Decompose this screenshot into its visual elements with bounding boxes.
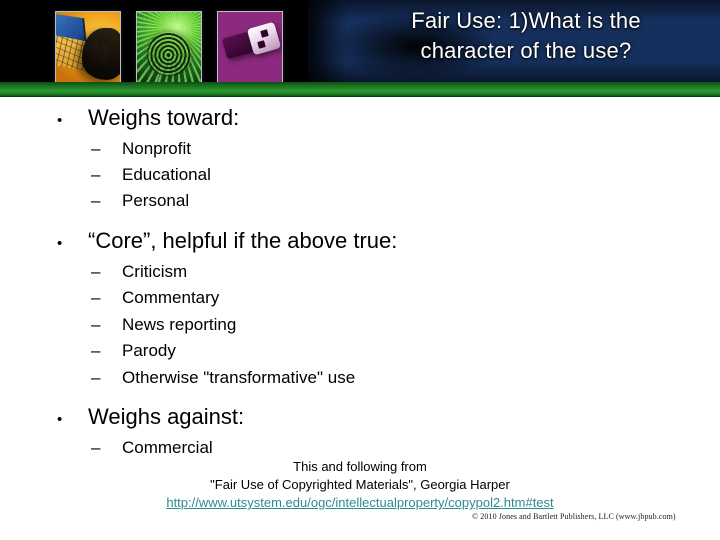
bullet-label: Weighs toward: [88,105,240,130]
bullet-marker-icon: • [57,411,63,428]
dash-marker-icon: – [91,191,101,210]
source-line-1: This and following from [293,459,427,474]
sub-bullet-label: Parody [122,341,176,360]
dash-marker-icon: – [91,262,101,281]
dash-marker-icon: – [91,139,101,158]
sub-bullet-nonprofit: – Nonprofit [91,137,191,160]
sub-bullet-label: Otherwise "transformative" use [122,368,356,387]
dash-marker-icon: – [91,315,101,334]
source-line-2: "Fair Use of Copyrighted Materials", Geo… [210,477,510,492]
sub-bullet-label: Personal [122,191,190,210]
dash-marker-icon: – [91,368,101,387]
usb-flash-drive-thumbnail [217,11,283,85]
bullet-label: “Core”, helpful if the above true: [88,228,398,253]
dash-marker-icon: – [91,288,101,307]
sub-bullet-news-reporting: – News reporting [91,313,236,336]
slide-title: Fair Use: 1)What is the character of the… [411,8,641,63]
slide: Fair Use: 1)What is the character of the… [0,0,720,540]
sub-bullet-transformative-use: – Otherwise "transformative" use [91,366,355,389]
bullet-core-helpful: • “Core”, helpful if the above true: [57,228,397,257]
dash-marker-icon: – [91,341,101,360]
dash-marker-icon: – [91,165,101,184]
source-attribution: This and following from "Fair Use of Cop… [60,458,660,512]
sub-bullet-label: Commercial [122,438,213,457]
sub-bullet-parody: – Parody [91,339,176,362]
bullet-label: Weighs against: [88,404,245,429]
bullet-weighs-toward: • Weighs toward: [57,105,239,134]
bullet-weighs-against: • Weighs against: [57,404,244,433]
sub-bullet-label: Commentary [122,288,220,307]
sub-bullet-commentary: – Commentary [91,286,219,309]
dash-marker-icon: – [91,438,101,457]
sub-bullet-label: Educational [122,165,211,184]
sub-bullet-commercial: – Commercial [91,436,213,459]
sub-bullet-label: Nonprofit [122,139,191,158]
sub-bullet-educational: – Educational [91,163,211,186]
source-url-link[interactable]: http://www.utsystem.edu/ogc/intellectual… [60,494,660,512]
bullet-marker-icon: • [57,235,63,252]
bullet-marker-icon: • [57,112,63,129]
fingerprint-thumbnail [136,11,202,85]
green-divider-bar [0,82,720,97]
laptop-keyboard-hand-thumbnail [55,11,121,85]
sub-bullet-label: Criticism [122,262,188,281]
copyright-notice: © 2010 Jones and Bartlett Publishers, LL… [472,512,676,521]
sub-bullet-criticism: – Criticism [91,260,187,283]
sub-bullet-personal: – Personal [91,189,189,212]
sub-bullet-label: News reporting [122,315,237,334]
